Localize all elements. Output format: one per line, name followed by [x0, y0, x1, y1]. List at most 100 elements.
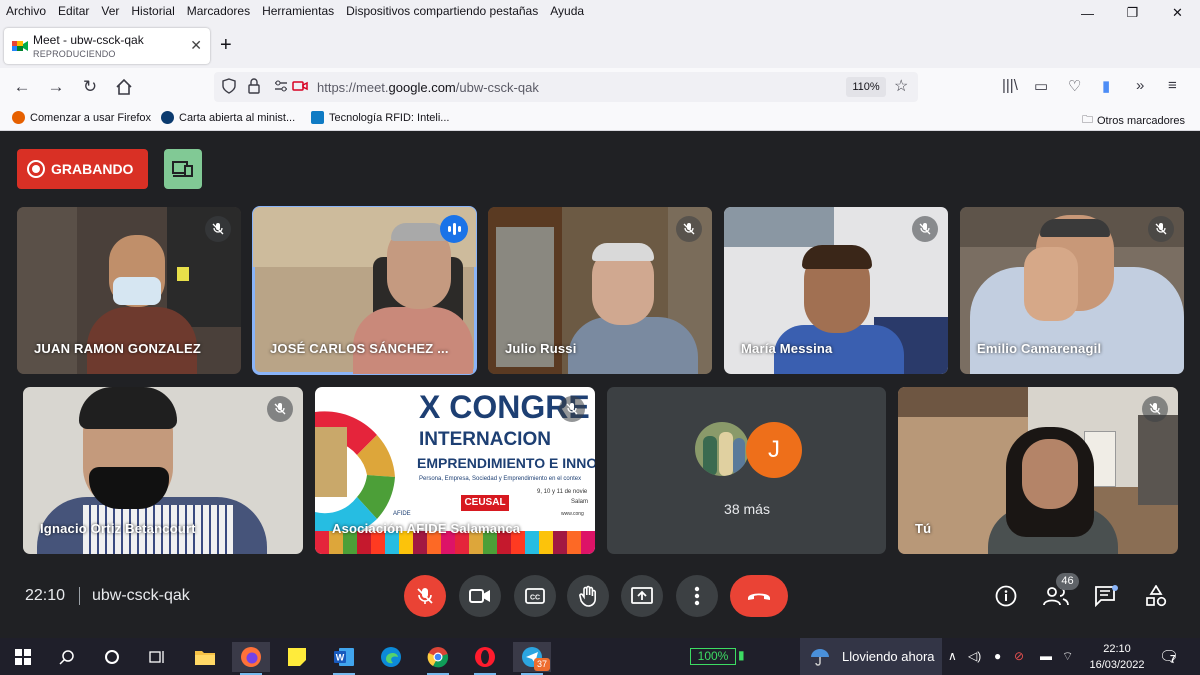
tab-title: Meet - ubw-csck-qak — [33, 33, 144, 47]
start-button[interactable] — [4, 642, 42, 672]
meeting-details-button[interactable] — [990, 580, 1022, 612]
participant-tile[interactable]: Emilio Camarenagil — [960, 207, 1184, 374]
menu-historial[interactable]: Historial — [125, 4, 180, 18]
address-bar[interactable]: https://meet.google.com/ubw-csck-qak 110… — [214, 72, 918, 102]
presentation-tile[interactable]: X CONGRE INTERNACION EMPRENDIMIENTO E IN… — [315, 387, 595, 554]
camera-toggle-button[interactable] — [459, 575, 501, 617]
tab-meet[interactable]: Meet - ubw-csck-qak REPRODUCIENDO ✕ — [4, 28, 210, 64]
menu-dispositivos[interactable]: Dispositivos compartiendo pestañas — [340, 4, 544, 18]
participant-tile[interactable]: JUAN RAMON GONZALEZ — [17, 207, 241, 374]
bookmark-carta[interactable]: Carta abierta al minist... — [161, 111, 295, 124]
participant-tile[interactable]: Ignacio Ortiz Betancourt — [23, 387, 303, 554]
extension-icon[interactable]: ▮ — [1102, 77, 1110, 95]
meet-stage: GRABANDO JUAN RAMON GONZALEZ JOSÉ CARLOS… — [0, 132, 1200, 638]
more-participants-tile[interactable]: J 38 más — [607, 387, 886, 554]
menu-editar[interactable]: Editar — [52, 4, 95, 18]
lock-icon[interactable] — [248, 78, 260, 94]
slide-web: www.cong — [561, 511, 584, 517]
menu-archivo[interactable]: Archivo — [0, 4, 52, 18]
chat-button[interactable] — [1090, 580, 1122, 612]
volume-icon[interactable]: ◁) — [968, 649, 981, 663]
slide-subtitle: Persona, Empresa, Sociedad y Emprendimie… — [419, 476, 582, 482]
windows-taskbar: W 37 100% ▮ Lloviendo ahora ∧ ◁) ● ⊘ ▬ ⌔… — [0, 638, 1200, 675]
participant-name-self: Tú — [915, 521, 932, 536]
group-avatar — [695, 422, 749, 476]
record-icon — [27, 160, 45, 178]
url-text[interactable]: https://meet.google.com/ubw-csck-qak — [317, 80, 539, 95]
shield-icon[interactable] — [222, 78, 236, 94]
task-view-button[interactable] — [138, 642, 176, 672]
more-options-button[interactable] — [676, 575, 718, 617]
microphone-icon[interactable]: ● — [994, 649, 1001, 663]
chrome-app[interactable] — [419, 642, 457, 675]
camera-sharing-icon[interactable] — [292, 78, 308, 94]
more-participants-label: 38 más — [724, 501, 770, 517]
tab-strip: Meet - ubw-csck-qak REPRODUCIENDO ✕ + — [0, 22, 1200, 68]
captions-button[interactable]: CC — [514, 575, 556, 617]
participant-name: Asociación AFIDE Salamanca — [332, 521, 521, 536]
closed-captions-icon: CC — [525, 588, 545, 604]
weather-widget[interactable]: Lloviendo ahora — [800, 638, 942, 675]
folder-icon: 🗀 — [1082, 114, 1093, 126]
file-explorer-app[interactable] — [186, 642, 224, 672]
participant-tile[interactable]: Julio Russi — [488, 207, 712, 374]
weather-label: Lloviendo ahora — [842, 649, 935, 664]
forward-icon[interactable]: → — [46, 77, 66, 97]
library-icon[interactable]: |||\ — [1002, 77, 1018, 94]
reload-icon[interactable]: ↻ — [80, 77, 100, 97]
battery-indicator[interactable]: 100% — [690, 648, 736, 665]
present-screen-button[interactable] — [621, 575, 663, 617]
permissions-icon[interactable] — [274, 78, 288, 94]
back-icon[interactable]: ← — [12, 77, 32, 97]
menu-marcadores[interactable]: Marcadores — [181, 4, 256, 18]
edge-icon — [381, 647, 401, 667]
activities-button[interactable] — [1140, 580, 1172, 612]
wifi-icon[interactable]: ⌔ — [1062, 649, 1073, 664]
folder-icon — [195, 651, 215, 665]
participant-tile-speaking[interactable]: JOSÉ CARLOS SÁNCHEZ ... — [252, 206, 477, 375]
show-hidden-icons[interactable]: ∧ — [948, 649, 957, 663]
bookmarks-bar: Comenzar a usar Firefox Carta abierta al… — [0, 106, 1200, 131]
edge-app[interactable] — [372, 642, 410, 672]
leave-call-button[interactable] — [730, 575, 788, 617]
participant-name: JOSÉ CARLOS SÁNCHEZ ... — [270, 341, 449, 356]
telegram-app[interactable]: 37 — [513, 642, 551, 675]
participant-name: Ignacio Ortiz Betancourt — [40, 521, 196, 536]
pocket-icon[interactable]: ♡ — [1068, 77, 1081, 95]
firefox-app[interactable] — [232, 642, 270, 675]
new-tab-button[interactable]: + — [220, 34, 232, 57]
telegram-badge: 37 — [534, 658, 550, 671]
recording-indicator[interactable]: GRABANDO — [17, 149, 148, 189]
participant-tile[interactable]: María Messina — [724, 207, 948, 374]
tab-close-icon[interactable]: ✕ — [190, 37, 202, 54]
self-tile[interactable]: Tú — [898, 387, 1178, 554]
sticky-notes-app[interactable] — [278, 642, 316, 672]
avatar-j: J — [746, 422, 802, 478]
network-error-icon[interactable]: ⊘ — [1014, 649, 1024, 663]
bookmark-rfid[interactable]: Tecnología RFID: Inteli... — [311, 111, 449, 124]
search-button[interactable] — [48, 642, 86, 672]
meet-icon — [12, 41, 28, 51]
mic-off-icon — [417, 588, 433, 604]
zoom-level[interactable]: 110% — [846, 77, 886, 97]
other-bookmarks[interactable]: 🗀 Otros marcadores — [1082, 111, 1185, 130]
more-tools-icon[interactable]: » — [1136, 77, 1144, 94]
hand-icon — [579, 585, 596, 607]
menu-herramientas[interactable]: Herramientas — [256, 4, 340, 18]
menu-icon[interactable]: ≡ — [1168, 77, 1177, 94]
bookmark-firefox[interactable]: Comenzar a usar Firefox — [12, 111, 151, 124]
home-icon[interactable] — [114, 77, 134, 97]
battery-icon[interactable]: ▬ — [1040, 649, 1052, 663]
raise-hand-button[interactable] — [567, 575, 609, 617]
menu-ver[interactable]: Ver — [95, 4, 125, 18]
opera-app[interactable] — [466, 642, 504, 675]
cast-button[interactable] — [164, 149, 202, 189]
sidebar-icon[interactable]: ▭ — [1034, 77, 1048, 95]
word-app[interactable]: W — [325, 642, 363, 675]
word-icon: W — [334, 648, 354, 666]
bookmark-star-icon[interactable]: ☆ — [894, 76, 908, 96]
system-clock[interactable]: 22:10 16/03/2022 — [1082, 641, 1152, 673]
cortana-button[interactable] — [93, 642, 131, 672]
menu-ayuda[interactable]: Ayuda — [544, 4, 590, 18]
mic-toggle-button[interactable] — [404, 575, 446, 617]
